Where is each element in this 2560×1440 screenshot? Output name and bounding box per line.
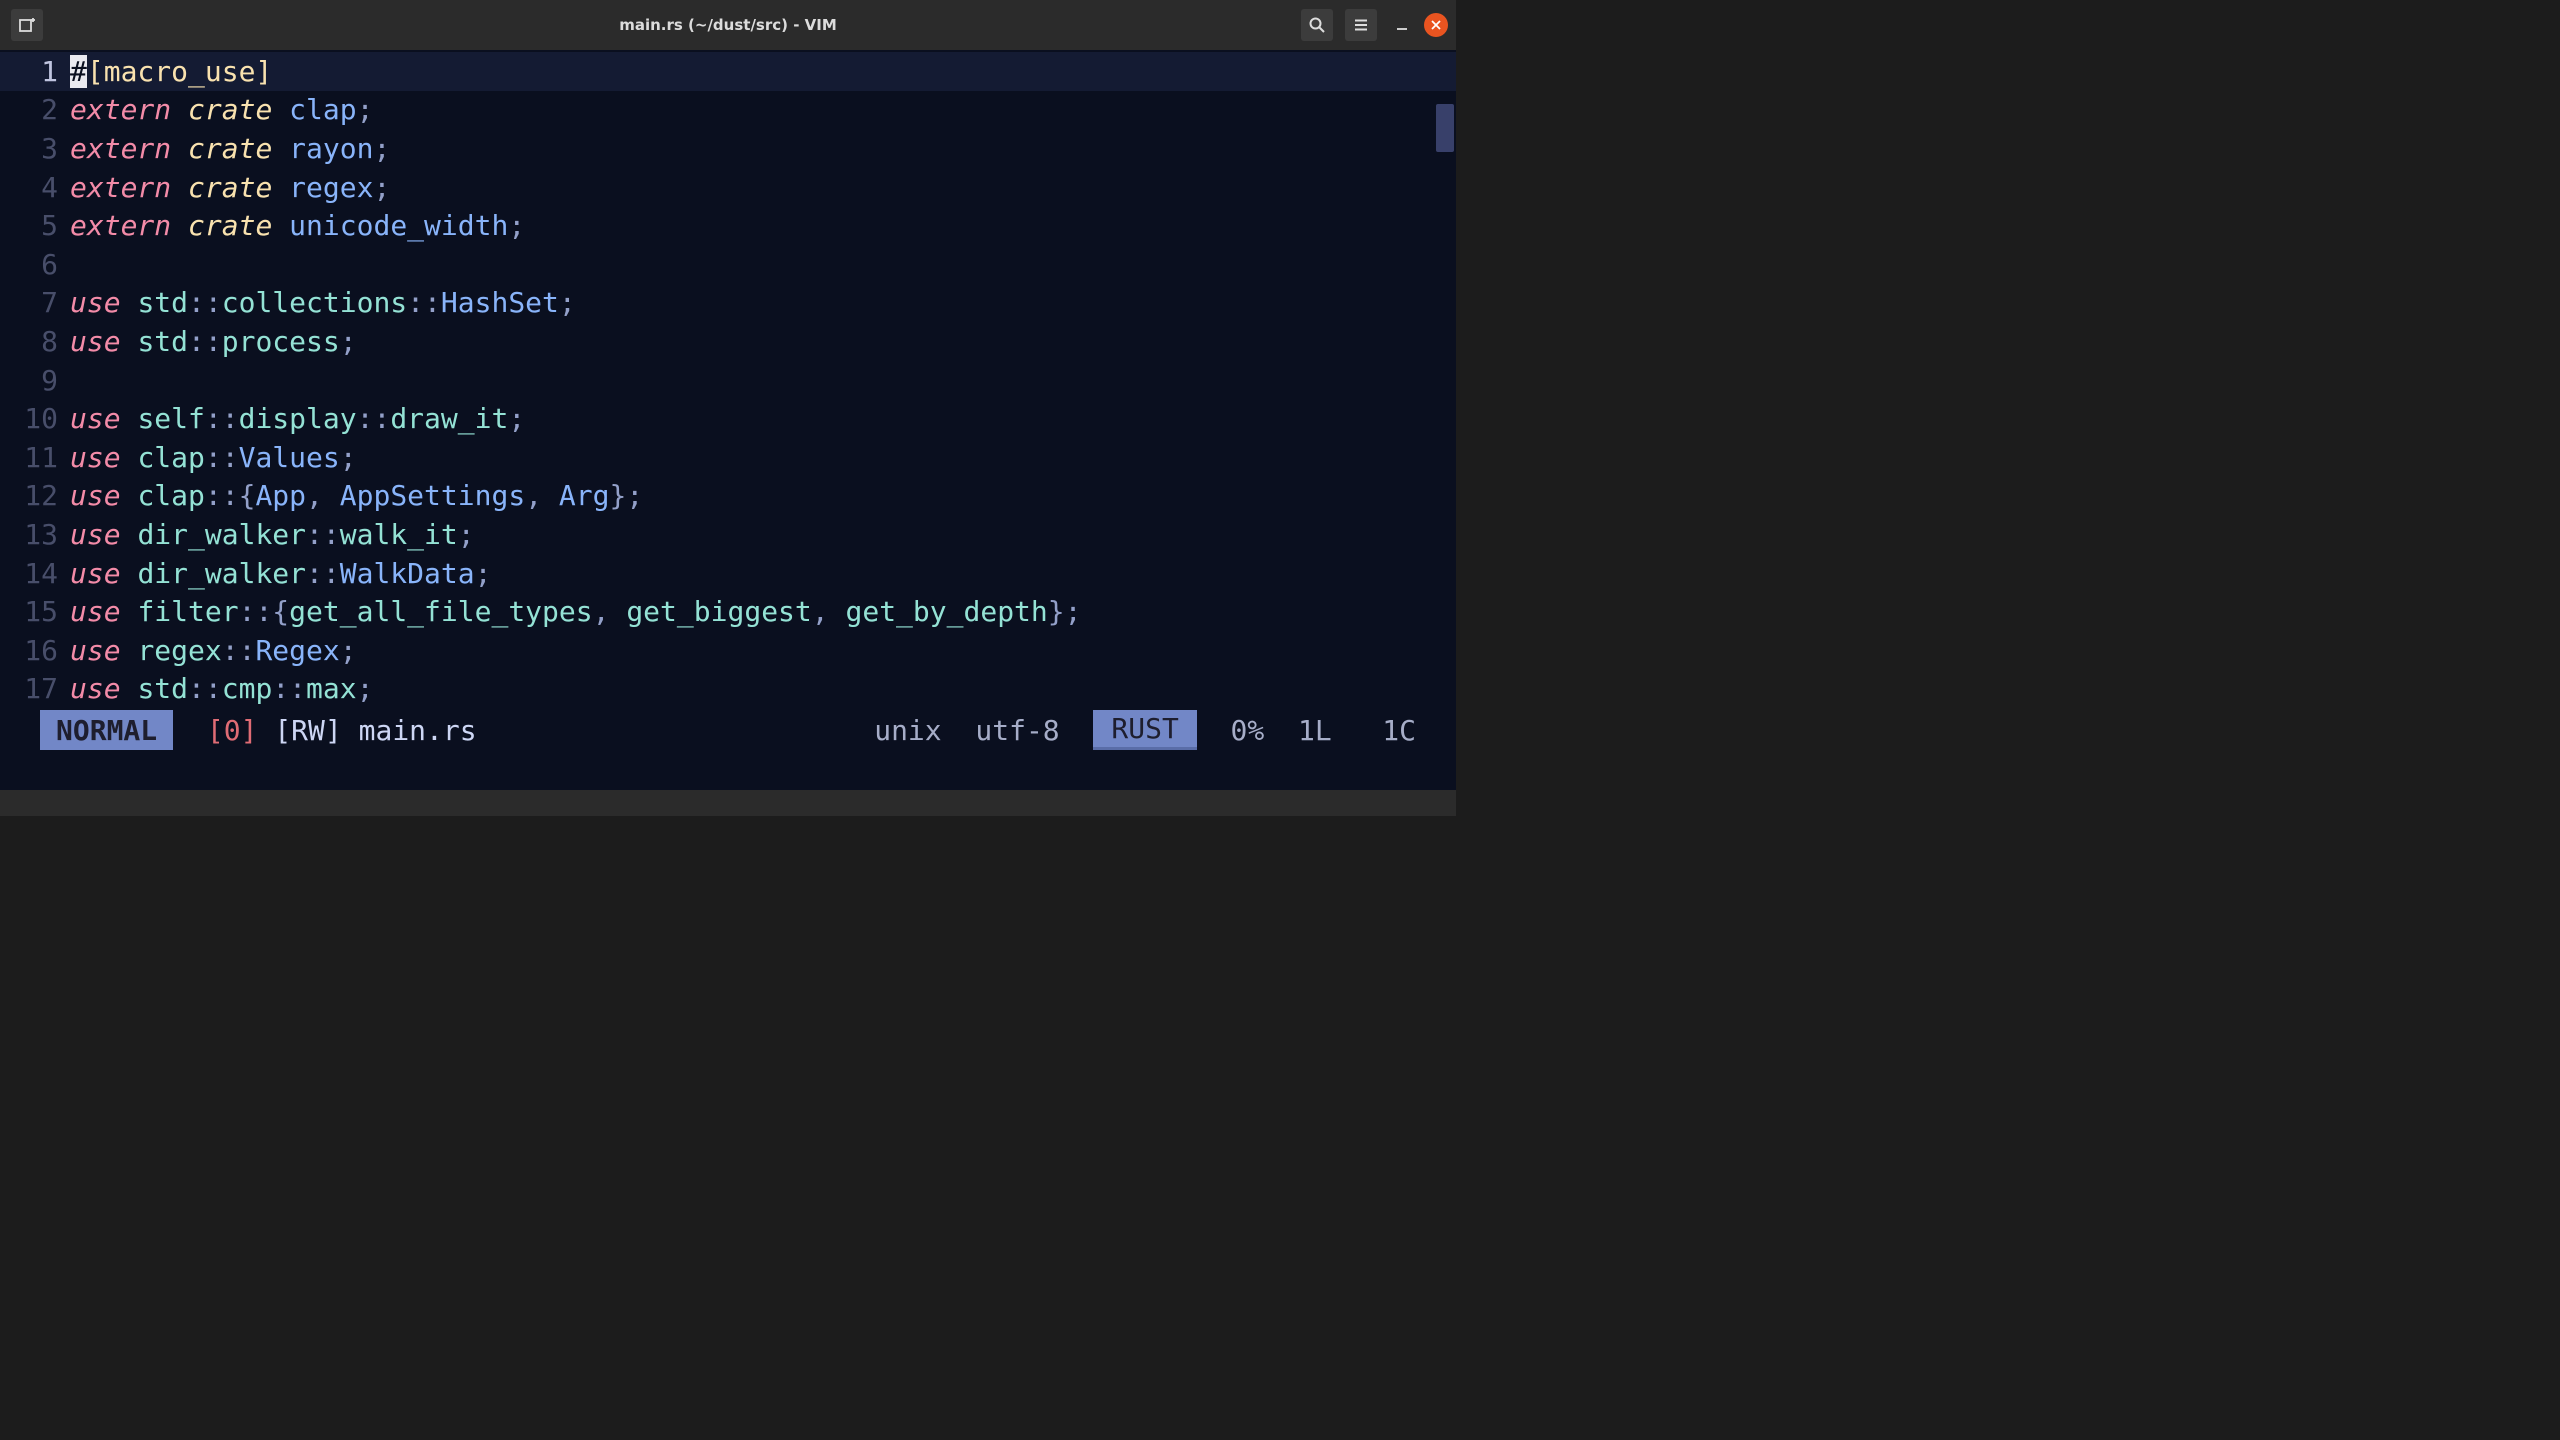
status-col: 1C: [1382, 714, 1416, 747]
scrollbar-thumb[interactable]: [1436, 104, 1454, 152]
menu-button[interactable]: [1345, 9, 1377, 41]
statusline: NORMAL [0] [RW] main.rs unix utf-8 RUST …: [0, 710, 1456, 750]
status-readwrite: [RW]: [274, 714, 341, 747]
hamburger-icon: [1352, 16, 1370, 34]
status-fileformat: unix: [874, 714, 941, 747]
line-number: 3: [0, 132, 70, 165]
code-content: extern crate clap;: [70, 93, 373, 126]
line-number: 2: [0, 93, 70, 126]
code-content: extern crate rayon;: [70, 132, 390, 165]
code-content: use dir_walker::walk_it;: [70, 518, 475, 551]
line-number: 9: [0, 364, 70, 397]
line-number: 12: [0, 479, 70, 512]
line-number: 15: [0, 595, 70, 628]
code-line[interactable]: 9: [0, 361, 1456, 400]
status-language: RUST: [1093, 710, 1196, 750]
code-line[interactable]: 8use std::process;: [0, 322, 1456, 361]
line-number: 10: [0, 402, 70, 435]
line-number: 6: [0, 248, 70, 281]
code-line[interactable]: 4extern crate regex;: [0, 168, 1456, 207]
line-number: 14: [0, 557, 70, 590]
line-number: 11: [0, 441, 70, 474]
code-content: use std::collections::HashSet;: [70, 286, 576, 319]
line-number: 1: [0, 55, 70, 88]
code-content: use clap::{App, AppSettings, Arg};: [70, 479, 643, 512]
code-content: use std::process;: [70, 325, 357, 358]
code-content: use self::display::draw_it;: [70, 402, 525, 435]
status-percent: 0%: [1231, 714, 1265, 747]
code-line[interactable]: 3extern crate rayon;: [0, 129, 1456, 168]
status-line: 1L: [1298, 714, 1332, 747]
status-filename: main.rs: [359, 714, 477, 747]
line-number: 5: [0, 209, 70, 242]
code-line[interactable]: 2extern crate clap;: [0, 91, 1456, 130]
line-number: 7: [0, 286, 70, 319]
code-content: use regex::Regex;: [70, 634, 357, 667]
code-line[interactable]: 13use dir_walker::walk_it;: [0, 515, 1456, 554]
status-encoding: utf-8: [975, 714, 1059, 747]
code-line[interactable]: 1#[macro_use]: [0, 52, 1456, 91]
code-line[interactable]: 12use clap::{App, AppSettings, Arg};: [0, 477, 1456, 516]
line-number: 4: [0, 171, 70, 204]
code-line[interactable]: 17use std::cmp::max;: [0, 670, 1456, 709]
code-content: use std::cmp::max;: [70, 672, 373, 705]
code-line[interactable]: 15use filter::{get_all_file_types, get_b…: [0, 592, 1456, 631]
code-content: extern crate regex;: [70, 171, 390, 204]
status-zero: [0]: [207, 714, 258, 747]
code-content: extern crate unicode_width;: [70, 209, 525, 242]
window-title: main.rs (~/dust/src) - VIM: [619, 16, 837, 34]
close-button[interactable]: [1424, 13, 1448, 37]
line-number: 16: [0, 634, 70, 667]
line-number: 17: [0, 672, 70, 705]
close-icon: [1431, 20, 1441, 30]
line-number: 8: [0, 325, 70, 358]
code-line[interactable]: 7use std::collections::HashSet;: [0, 284, 1456, 323]
code-line[interactable]: 16use regex::Regex;: [0, 631, 1456, 670]
shell-strip: [0, 790, 1456, 816]
minimize-icon: [1395, 18, 1409, 32]
code-content: use clap::Values;: [70, 441, 357, 474]
code-line[interactable]: 14use dir_walker::WalkData;: [0, 554, 1456, 593]
window-titlebar: main.rs (~/dust/src) - VIM: [0, 0, 1456, 50]
code-line[interactable]: 6: [0, 245, 1456, 284]
code-content: use dir_walker::WalkData;: [70, 557, 491, 590]
code-content: use filter::{get_all_file_types, get_big…: [70, 595, 1082, 628]
line-number: 13: [0, 518, 70, 551]
search-icon: [1308, 16, 1326, 34]
new-tab-icon: [18, 16, 36, 34]
code-line[interactable]: 11use clap::Values;: [0, 438, 1456, 477]
minimize-button[interactable]: [1386, 9, 1418, 41]
new-tab-button[interactable]: [11, 9, 43, 41]
vim-window: main.rs (~/dust/src) - VIM: [0, 0, 1456, 816]
status-mode: NORMAL: [40, 710, 173, 750]
code-line[interactable]: 5extern crate unicode_width;: [0, 206, 1456, 245]
code-line[interactable]: 10use self::display::draw_it;: [0, 399, 1456, 438]
command-line[interactable]: [0, 750, 1456, 790]
editor-area[interactable]: 1#[macro_use]2extern crate clap;3extern …: [0, 50, 1456, 710]
code-content: #[macro_use]: [70, 55, 272, 88]
search-button[interactable]: [1301, 9, 1333, 41]
